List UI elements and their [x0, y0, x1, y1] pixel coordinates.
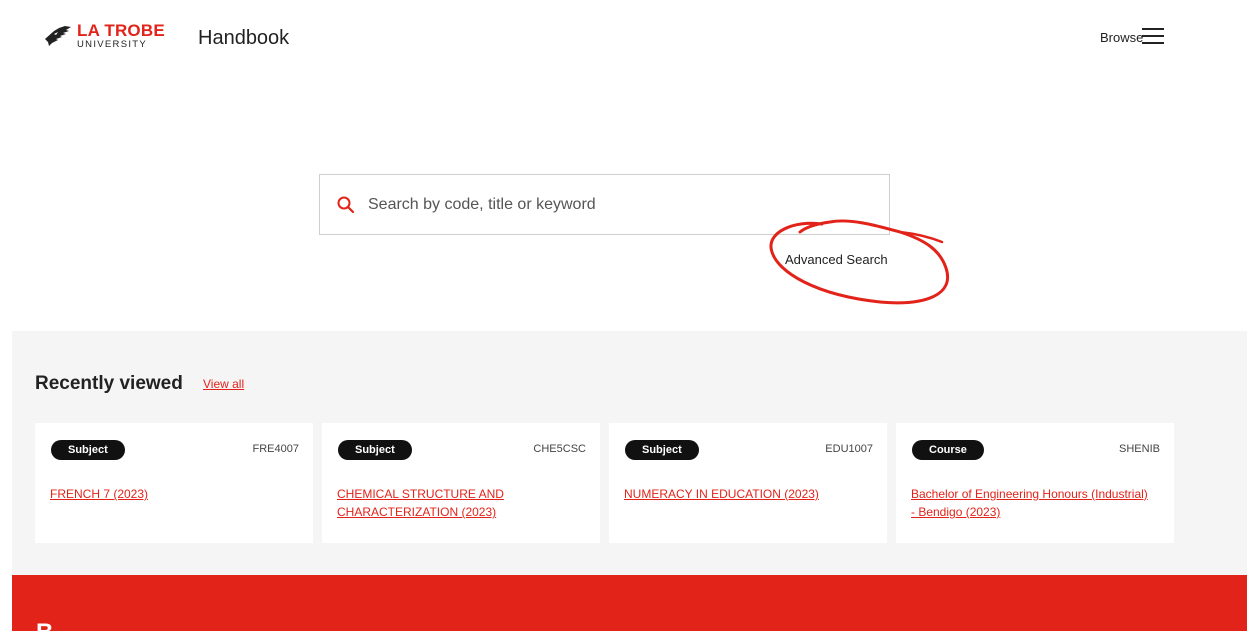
- la-trobe-logo[interactable]: LA TROBE UNIVERSITY: [44, 22, 165, 50]
- recent-card[interactable]: Subject CHE5CSC CHEMICAL STRUCTURE AND C…: [322, 423, 600, 543]
- type-badge: Subject: [51, 440, 125, 460]
- red-footer-band: B: [12, 575, 1247, 631]
- card-title-link[interactable]: FRENCH 7 (2023): [50, 485, 290, 503]
- type-badge: Course: [912, 440, 984, 460]
- card-title-link[interactable]: CHEMICAL STRUCTURE AND CHARACTERIZATION …: [337, 485, 577, 521]
- app-title[interactable]: Handbook: [198, 27, 289, 50]
- logo-bottom-text: UNIVERSITY: [77, 39, 148, 50]
- recent-card[interactable]: Course SHENIB Bachelor of Engineering Ho…: [896, 423, 1174, 543]
- red-band-heading: B: [36, 619, 53, 631]
- item-code: EDU1007: [825, 443, 873, 455]
- recent-card[interactable]: Subject EDU1007 NUMERACY IN EDUCATION (2…: [609, 423, 887, 543]
- type-badge: Subject: [338, 440, 412, 460]
- type-badge: Subject: [625, 440, 699, 460]
- item-code: SHENIB: [1119, 443, 1160, 455]
- page: LA TROBE UNIVERSITY Handbook Browse Adva…: [0, 0, 1247, 631]
- logo-wordmark: LA TROBE UNIVERSITY: [77, 22, 165, 50]
- card-title-link[interactable]: Bachelor of Engineering Honours (Industr…: [911, 485, 1151, 521]
- recently-viewed-section: Recently viewed View all Subject FRE4007…: [12, 331, 1247, 575]
- red-circle-annotation: [769, 219, 950, 305]
- eagle-logo-icon: [45, 25, 71, 46]
- recent-card[interactable]: Subject FRE4007 FRENCH 7 (2023): [35, 423, 313, 543]
- recently-viewed-title: Recently viewed: [35, 373, 183, 394]
- item-code: CHE5CSC: [533, 443, 586, 455]
- item-code: FRE4007: [252, 443, 299, 455]
- site-header: LA TROBE UNIVERSITY Handbook Browse: [0, 0, 1247, 76]
- browse-label[interactable]: Browse: [1100, 30, 1143, 45]
- view-all-link[interactable]: View all: [203, 377, 244, 391]
- logo-top-text: LA TROBE: [77, 21, 165, 40]
- hamburger-menu-icon[interactable]: [1142, 28, 1164, 44]
- search-icon: [337, 196, 355, 214]
- card-title-link[interactable]: NUMERACY IN EDUCATION (2023): [624, 485, 864, 503]
